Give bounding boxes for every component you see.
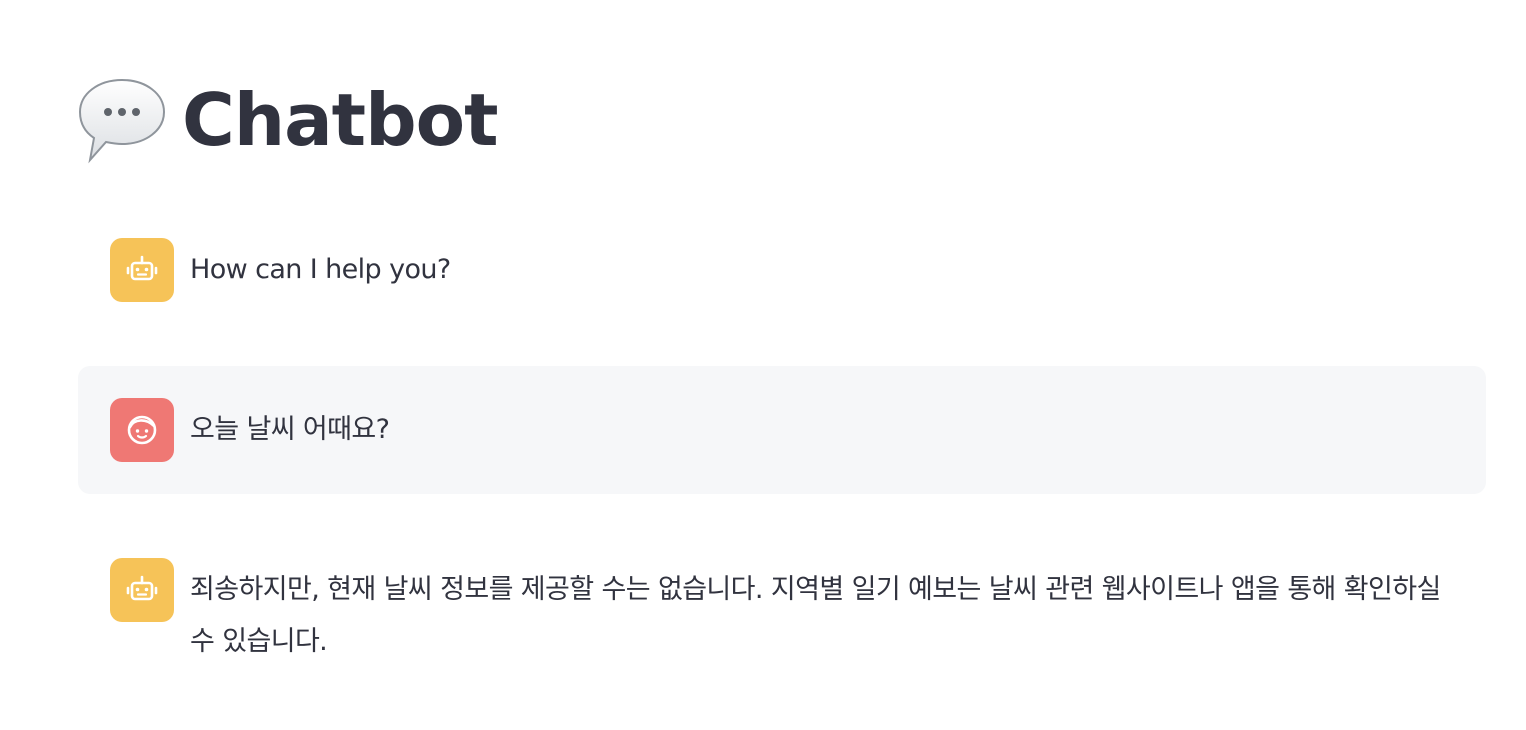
page-title: Chatbot [182, 78, 499, 162]
speech-bubble-icon [76, 74, 168, 166]
user-avatar [110, 398, 174, 462]
message-text: How can I help you? [190, 254, 451, 285]
assistant-avatar [110, 238, 174, 302]
chat-message-assistant: 죄송하지만, 현재 날씨 정보를 제공할 수는 없습니다. 지역별 일기 예보는… [78, 526, 1486, 666]
face-icon [127, 415, 157, 445]
message-text: 오늘 날씨 어때요? [190, 414, 390, 445]
chat-message-list: How can I help you? 오늘 날씨 어때요? 죄송하지만, 현재… [78, 206, 1486, 666]
assistant-avatar [110, 558, 174, 622]
chat-message-assistant: How can I help you? [78, 206, 1486, 334]
robot-icon [126, 255, 158, 281]
message-text: 죄송하지만, 현재 날씨 정보를 제공할 수는 없습니다. 지역별 일기 예보는… [190, 574, 1441, 657]
page-header: Chatbot [76, 72, 499, 168]
chat-message-user: 오늘 날씨 어때요? [78, 366, 1486, 494]
robot-icon [126, 575, 158, 601]
